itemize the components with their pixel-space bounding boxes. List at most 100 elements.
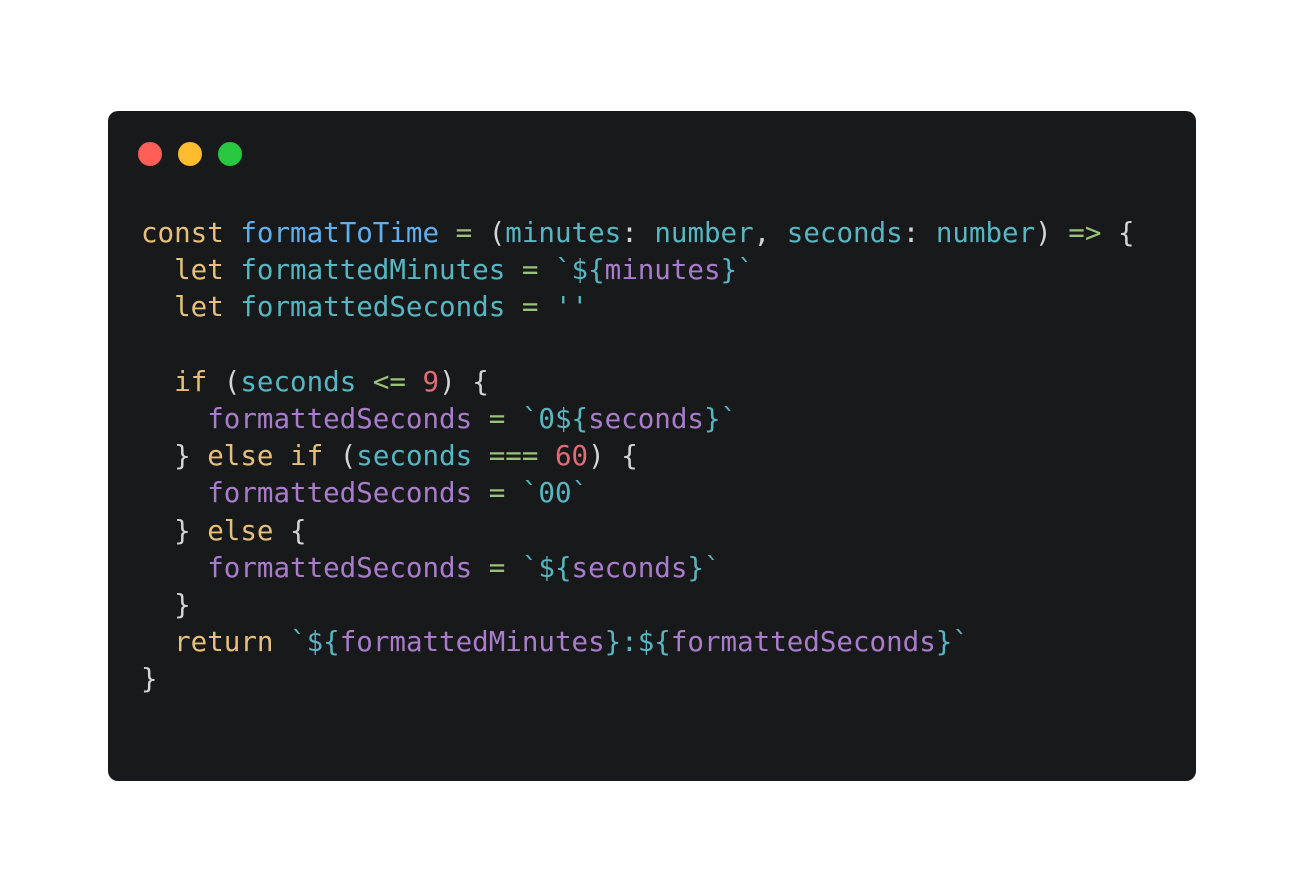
code-token: '' <box>554 291 589 324</box>
code-block: const formatToTime = ( minutes: number, s… <box>141 215 1135 698</box>
code-token: else <box>207 514 274 547</box>
minimize-dot-icon[interactable] <box>178 142 202 166</box>
code-token: minutes <box>505 217 622 249</box>
code-token: = <box>488 402 506 435</box>
code-token: seconds <box>786 217 903 249</box>
code-line: const formatToTime = (minutes: number, s… <box>141 215 1135 252</box>
code-token: ${ <box>571 254 605 287</box>
code-token: <= <box>372 365 406 398</box>
code-token: formattedSeconds <box>207 402 473 435</box>
code-token: { <box>273 514 307 547</box>
code-token: ` <box>521 402 539 435</box>
code-token: ${ <box>306 626 340 659</box>
code-token: number <box>654 217 754 249</box>
code-token: ` <box>737 254 754 287</box>
code-token: ` <box>703 551 721 584</box>
code-token: } <box>141 440 208 473</box>
code-token: ` <box>521 477 539 510</box>
code-token: } <box>935 626 953 659</box>
code-line: } else if (seconds === 60) { <box>141 438 1135 475</box>
code-token: formattedSeconds <box>207 477 473 510</box>
code-line: let formattedMinutes = `${minutes}` <box>141 252 1135 289</box>
code-token: formatToTime <box>240 217 440 249</box>
code-line: formattedSeconds = `0${seconds}` <box>141 401 1135 438</box>
code-line: } <box>141 661 1135 698</box>
code-token: = <box>455 217 473 249</box>
code-token: = <box>488 551 506 584</box>
code-token: let <box>174 254 224 287</box>
code-window: const formatToTime = ( minutes: number, s… <box>108 111 1196 781</box>
code-token: ` <box>952 626 969 659</box>
code-token: formattedMinutes <box>339 626 605 659</box>
code-token: number <box>935 217 1036 249</box>
code-token: ) { <box>439 365 489 398</box>
code-token: : <box>621 217 655 249</box>
window-controls <box>138 142 242 166</box>
code-token: }:${ <box>604 626 671 659</box>
code-line: formattedSeconds = `${seconds}` <box>141 550 1135 587</box>
code-line: let formattedSeconds = '' <box>141 289 1135 326</box>
code-token: const <box>141 217 224 249</box>
code-token: ) { <box>588 440 638 473</box>
code-token: === <box>488 440 539 473</box>
code-token: { <box>1101 217 1135 249</box>
code-token: seconds <box>571 551 688 584</box>
code-token: = <box>521 291 539 324</box>
code-token: seconds <box>240 365 357 398</box>
code-token: } <box>703 402 721 435</box>
code-token: => <box>1068 217 1102 249</box>
code-token: } <box>687 551 704 584</box>
code-token: ` <box>521 551 539 584</box>
code-token: : <box>902 217 936 249</box>
code-token: formattedSeconds <box>207 551 473 584</box>
code-token: ( <box>207 365 241 398</box>
code-token: return <box>174 626 274 659</box>
code-token: formattedSeconds <box>670 626 936 659</box>
code-token: seconds <box>356 440 473 473</box>
code-token: } <box>141 588 191 621</box>
code-token: seconds <box>588 402 704 435</box>
code-token: else <box>207 440 274 473</box>
code-token: let <box>174 291 224 324</box>
code-token: formattedMinutes <box>240 254 506 287</box>
code-token: if <box>290 440 324 473</box>
code-token: if <box>174 365 208 398</box>
code-token: 00 <box>538 477 572 510</box>
code-token: minutes <box>604 254 721 287</box>
code-token: ` <box>720 402 738 435</box>
code-token: , <box>753 217 787 249</box>
maximize-dot-icon[interactable] <box>218 142 242 166</box>
code-token: ( <box>323 440 357 473</box>
close-dot-icon[interactable] <box>138 142 162 166</box>
code-token: ` <box>290 626 307 659</box>
code-token: formattedSeconds <box>240 291 506 324</box>
code-line: return `${formattedMinutes}:${formattedS… <box>141 624 1135 661</box>
code-token: 9 <box>422 365 440 398</box>
code-token: = <box>488 477 506 510</box>
code-token: } <box>141 514 208 547</box>
code-token: ` <box>571 477 589 510</box>
code-token: ` <box>554 254 572 287</box>
code-line: } else { <box>141 513 1135 550</box>
